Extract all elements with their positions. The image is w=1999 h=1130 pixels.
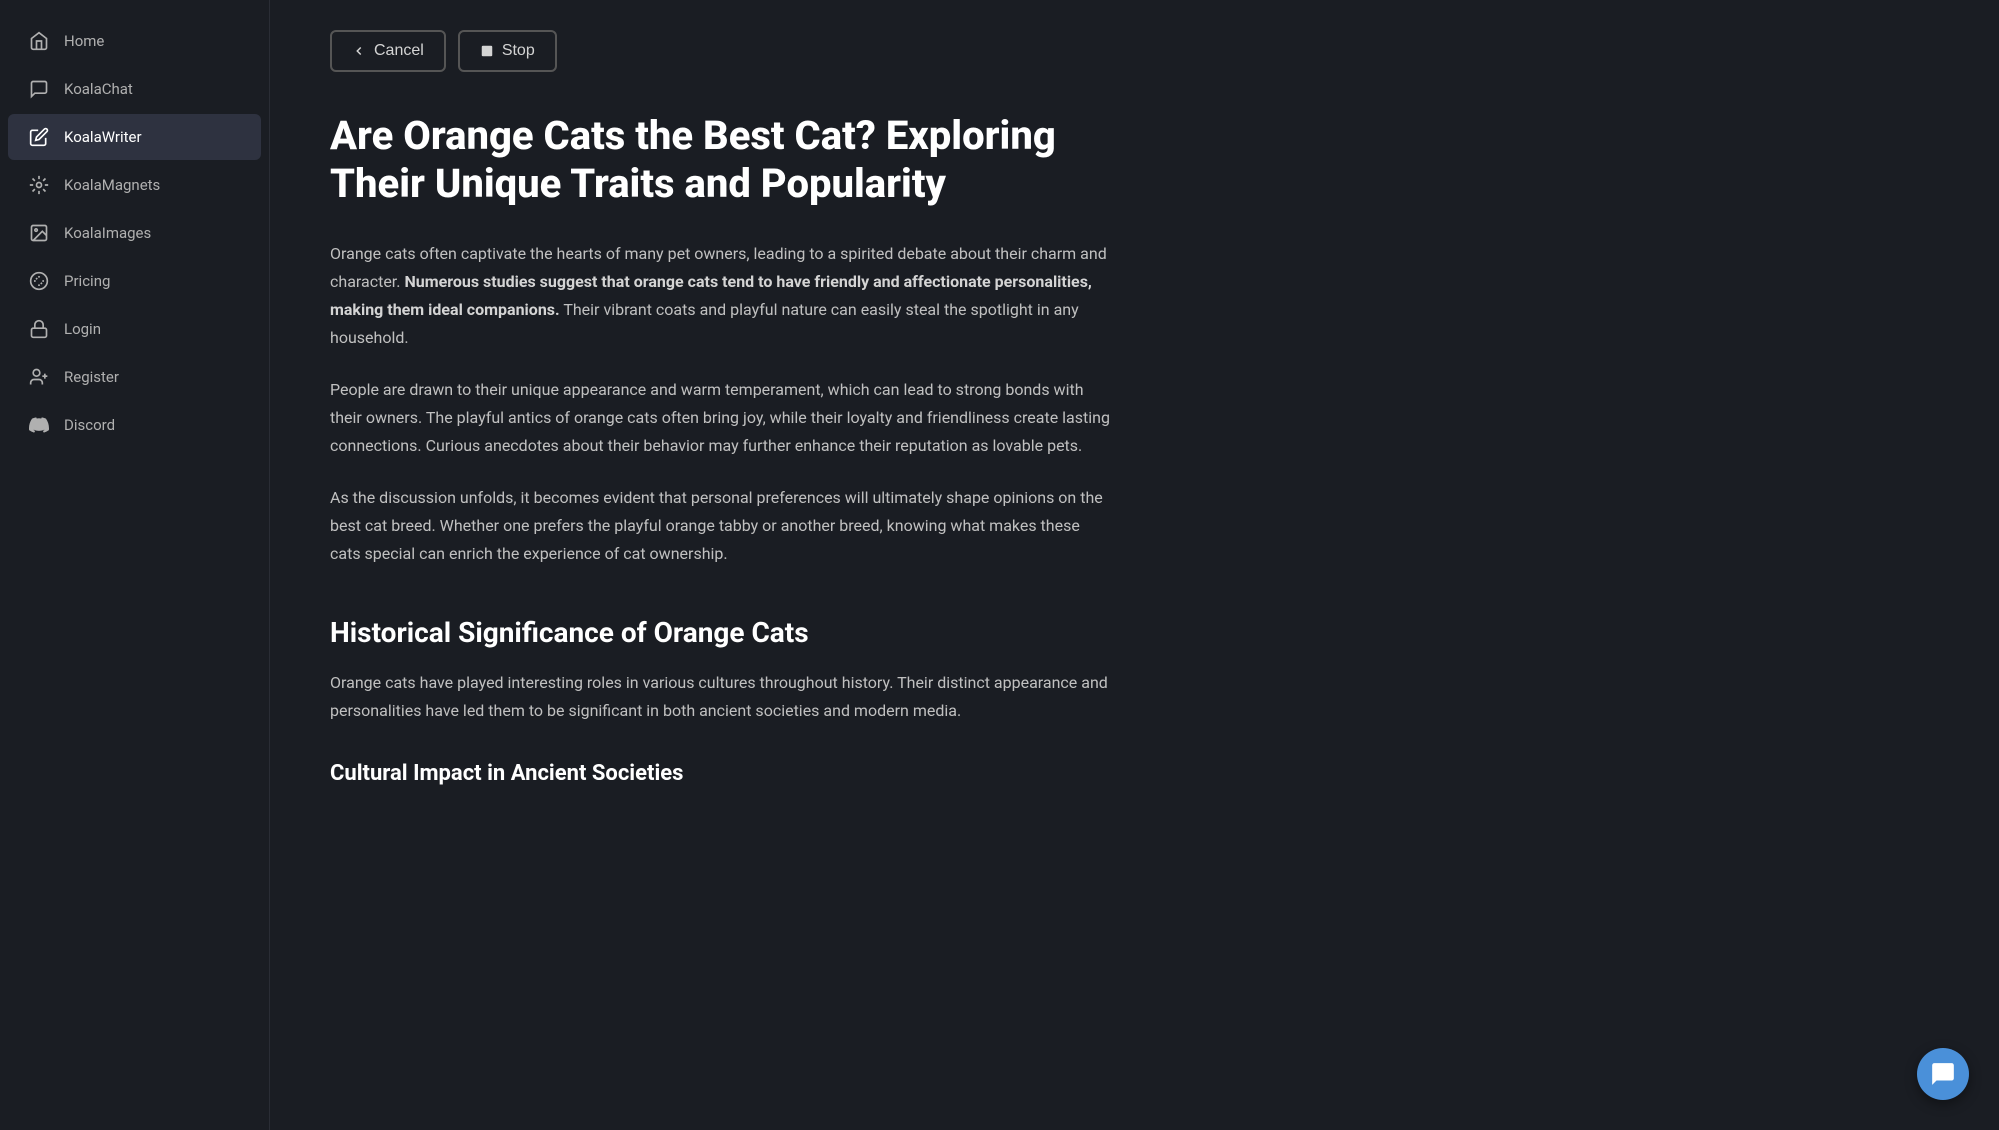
sidebar-item-pricing[interactable]: Pricing <box>8 258 261 304</box>
subsection-1-title: Cultural Impact in Ancient Societies <box>330 761 1110 786</box>
sidebar-item-koalachat[interactable]: KoalaChat <box>8 66 261 112</box>
chat-bubble-button[interactable] <box>1917 1048 1969 1100</box>
sidebar-item-label: Home <box>64 32 104 50</box>
sidebar-item-register[interactable]: Register <box>8 354 261 400</box>
chat-bubble-icon <box>1930 1061 1956 1087</box>
chevron-left-icon <box>352 44 366 58</box>
article: Are Orange Cats the Best Cat? Exploring … <box>330 112 1110 786</box>
stop-label: Stop <box>502 42 535 60</box>
stop-button[interactable]: Stop <box>458 30 557 72</box>
toolbar: Cancel Stop <box>330 30 1110 72</box>
login-icon <box>28 318 50 340</box>
home-icon <box>28 30 50 52</box>
sidebar-item-label: Pricing <box>64 272 110 290</box>
sidebar-item-label: Login <box>64 320 101 338</box>
pricing-icon <box>28 270 50 292</box>
sidebar-item-koalamagnets[interactable]: KoalaMagnets <box>8 162 261 208</box>
sidebar-item-home[interactable]: Home <box>8 18 261 64</box>
discord-icon <box>28 414 50 436</box>
cancel-label: Cancel <box>374 42 424 60</box>
cancel-button[interactable]: Cancel <box>330 30 446 72</box>
article-paragraph-1: Orange cats often captivate the hearts o… <box>330 240 1110 352</box>
article-title: Are Orange Cats the Best Cat? Exploring … <box>330 112 1110 208</box>
sidebar-item-koalaimages[interactable]: KoalaImages <box>8 210 261 256</box>
magnets-icon <box>28 174 50 196</box>
sidebar-item-label: KoalaMagnets <box>64 176 160 194</box>
stop-icon <box>480 44 494 58</box>
sidebar-item-login[interactable]: Login <box>8 306 261 352</box>
sidebar-item-label: KoalaImages <box>64 224 151 242</box>
sidebar-item-label: Discord <box>64 416 115 434</box>
writer-icon <box>28 126 50 148</box>
article-paragraph-3: As the discussion unfolds, it becomes ev… <box>330 484 1110 568</box>
sidebar-item-label: Register <box>64 368 119 386</box>
register-icon <box>28 366 50 388</box>
chat-icon <box>28 78 50 100</box>
main-content: Cancel Stop Are Orange Cats the Best Cat… <box>270 0 1170 1130</box>
section-1-paragraph: Orange cats have played interesting role… <box>330 669 1110 725</box>
sidebar: Home KoalaChat KoalaWriter KoalaMagnets <box>0 0 270 1130</box>
section-1-title: Historical Significance of Orange Cats <box>330 616 1110 649</box>
sidebar-item-discord[interactable]: Discord <box>8 402 261 448</box>
images-icon <box>28 222 50 244</box>
sidebar-item-label: KoalaWriter <box>64 128 142 146</box>
sidebar-item-koalawriter[interactable]: KoalaWriter <box>8 114 261 160</box>
sidebar-item-label: KoalaChat <box>64 80 133 98</box>
article-paragraph-2: People are drawn to their unique appeara… <box>330 376 1110 460</box>
